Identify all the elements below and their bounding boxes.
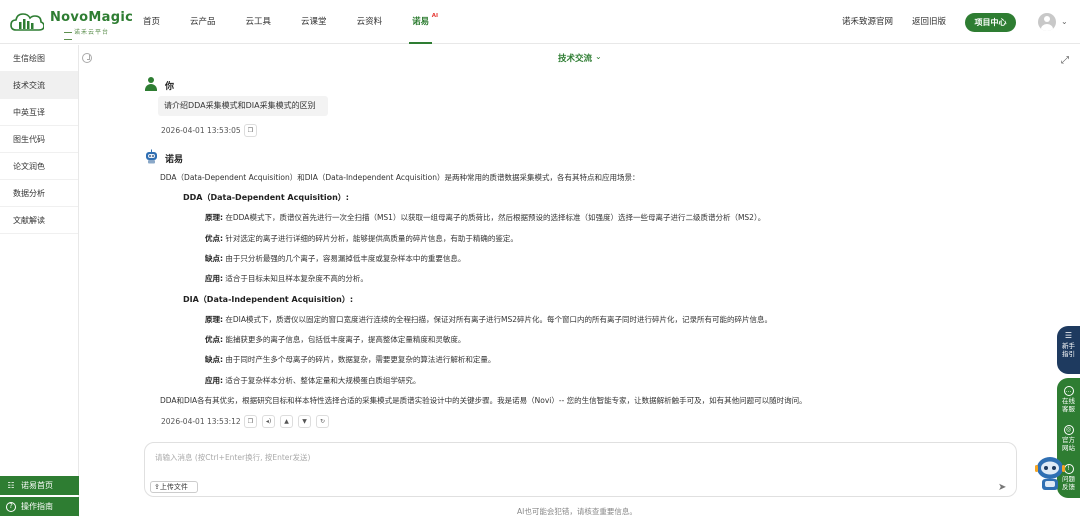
brand-logo[interactable]: NovoMagic 诺禾云平台 [10, 8, 133, 38]
dia-principle: 原理: 在DIA模式下，质谱仪以固定的窗口宽度进行连续的全程扫描，保证对所有离子… [205, 315, 773, 324]
guide-button[interactable]: ? 操作指南 [0, 497, 79, 516]
fullscreen-icon[interactable]: ⤢ [1061, 55, 1069, 66]
brand-tagline: 诺禾云平台 [62, 27, 118, 43]
dia-advantage: 优点: 能捕获更多的离子信息，包括低丰度离子，提高整体定量精度和灵敏度。 [205, 335, 466, 344]
nav-novi[interactable]: 诺易 AI [397, 0, 444, 44]
robot-assistant-icon[interactable] [1032, 452, 1068, 492]
sidebar-item-translate[interactable]: 中英互译 [0, 99, 78, 126]
brand-name: NovoMagic [50, 10, 134, 25]
official-site-link[interactable]: 诺禾致源官网 [842, 0, 893, 44]
online-service-button[interactable]: … 在线客服 [1057, 386, 1080, 413]
novi-home-button[interactable]: ☷ 诺易首页 [0, 476, 79, 495]
thumbs-up-icon[interactable]: ▲ [280, 415, 293, 428]
main-nav: 首页 云产品 云工具 云课堂 云资料 诺易 AI [128, 0, 444, 44]
nav-cloud-products[interactable]: 云产品 [175, 0, 231, 44]
nav-cloud-resources[interactable]: 云资料 [342, 0, 398, 44]
nav-novi-label: 诺易 [412, 17, 430, 27]
chat-bubble-icon: … [1063, 386, 1074, 396]
user-name: 你 [165, 82, 175, 92]
cloud-logo-icon [10, 13, 44, 31]
sidebar-item-paper-polish[interactable]: 论文润色 [0, 153, 78, 180]
nav-home[interactable]: 首页 [128, 0, 175, 44]
sidebar-item-literature[interactable]: 文献解读 [0, 207, 78, 234]
online-service-label: 在线客服 [1062, 397, 1075, 413]
grid-icon: ☷ [7, 481, 15, 490]
project-center-button[interactable]: 项目中心 [965, 13, 1016, 32]
robot-avatar-icon [146, 149, 157, 164]
newbie-guide-label: 新手指引 [1062, 342, 1075, 358]
thumbs-down-icon[interactable]: ▼ [298, 415, 311, 428]
chevron-down-icon[interactable]: ⌄ [595, 52, 602, 61]
copy-icon[interactable]: ❐ [244, 124, 257, 137]
upload-file-button[interactable]: ⇪上传文件 [150, 481, 198, 493]
newbie-guide-button[interactable]: ☰ 新手指引 [1057, 326, 1080, 374]
sidebar-item-data-analysis[interactable]: 数据分析 [0, 180, 78, 207]
sidebar-item-tech-exchange[interactable]: 技术交流 [0, 72, 78, 99]
dda-application: 应用: 适合于目标未知且样本复杂度不高的分析。 [205, 274, 368, 283]
regenerate-icon[interactable]: ↻ [316, 415, 329, 428]
official-website-label: 官方网站 [1062, 436, 1075, 452]
help-icon: ? [6, 501, 16, 512]
bot-name: 诺易 [165, 155, 184, 165]
upload-label: 上传文件 [159, 483, 188, 491]
topic-selector[interactable]: 技术交流 [558, 52, 592, 64]
history-icon[interactable] [82, 53, 92, 63]
speaker-icon[interactable]: ◂) [262, 415, 275, 428]
chevron-down-icon[interactable]: ⌄ [1061, 17, 1068, 26]
nav-cloud-classroom[interactable]: 云课堂 [286, 0, 342, 44]
sidebar-item-image-to-code[interactable]: 图生代码 [0, 126, 78, 153]
copy-icon[interactable]: ❐ [244, 415, 257, 428]
sidebar-item-bioinfo-plot[interactable]: 生信绘图 [0, 45, 78, 72]
answer-conclusion: DDA和DIA各有其优劣，根据研究目标和样本特性选择合适的采集模式是质谱实验设计… [160, 396, 807, 405]
dda-advantage: 优点: 针对选定的离子进行详细的碎片分析，能够提供高质量的碎片信息，有助于精确的… [205, 234, 518, 243]
nav-cloud-tools[interactable]: 云工具 [231, 0, 287, 44]
bot-timestamp: 2026-04-01 13:53:12 [161, 417, 241, 426]
globe-icon: ◎ [1063, 425, 1074, 435]
sidebar: 生信绘图 技术交流 中英互译 图生代码 论文润色 数据分析 文献解读 ☷ 诺易首… [0, 45, 79, 517]
dia-application: 应用: 适合于复杂样本分析、整体定量和大规模蛋白质组学研究。 [205, 376, 421, 385]
message-input-placeholder[interactable]: 请输入消息 (按Ctrl+Enter换行, 按Enter发送) [155, 452, 310, 463]
dia-heading: DIA（Data-Independent Acquisition）: [183, 295, 354, 304]
user-avatar[interactable] [1038, 13, 1056, 31]
guide-label: 操作指南 [21, 502, 53, 511]
answer-intro: DDA（Data-Dependent Acquisition）和DIA（Data… [160, 173, 640, 182]
message-input-box[interactable] [144, 442, 1017, 497]
dia-disadvantage: 缺点: 由于同时产生多个母离子的碎片，数据复杂，需要更复杂的算法进行解析和定量。 [205, 355, 496, 364]
user-message: 请介绍DDA采集模式和DIA采集模式的区别 [158, 96, 328, 116]
ai-disclaimer: AI也可能会犯错，请核查重要信息。 [517, 507, 637, 516]
ai-badge: AI [431, 13, 439, 19]
official-website-button[interactable]: ◎ 官方网站 [1057, 425, 1080, 452]
old-version-link[interactable]: 返回旧版 [912, 0, 946, 44]
top-header: NovoMagic 诺禾云平台 首页 云产品 云工具 云课堂 云资料 诺易 AI… [0, 0, 1080, 44]
dda-principle: 原理: 在DDA模式下，质谱仪首先进行一次全扫描（MS1）以获取一组母离子的质荷… [205, 213, 766, 222]
send-icon[interactable]: ➤ [998, 482, 1006, 493]
dda-disadvantage: 缺点: 由于只分析最强的几个离子，容易漏掉低丰度或复杂样本中的重要信息。 [205, 254, 466, 263]
user-icon [144, 77, 158, 91]
guide-doc-icon: ☰ [1064, 331, 1073, 340]
novi-home-label: 诺易首页 [21, 481, 53, 490]
dda-heading: DDA（Data-Dependent Acquisition）: [183, 193, 349, 202]
user-timestamp: 2026-04-01 13:53:05 [161, 126, 241, 135]
